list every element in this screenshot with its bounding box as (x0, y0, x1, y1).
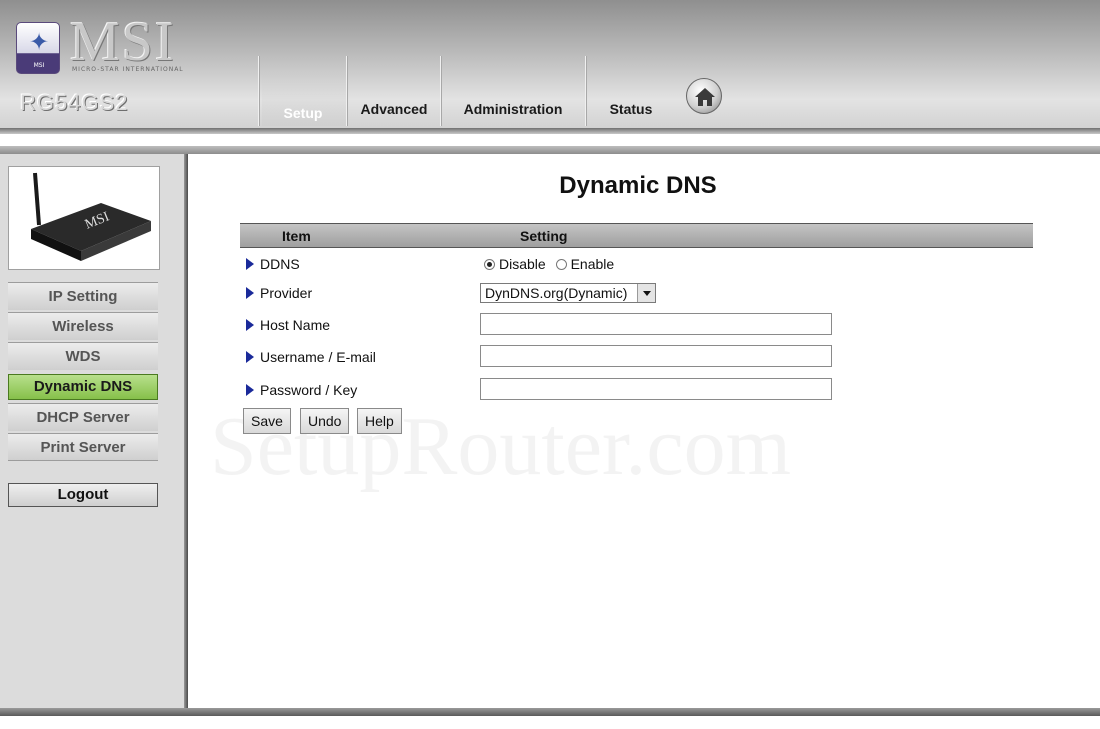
home-icon[interactable] (686, 78, 722, 114)
sidebar: MSI IP Setting Wireless WDS Dynamic DNS … (0, 154, 184, 708)
header-bottom-divider (0, 146, 1100, 154)
column-header-item: Item (282, 228, 311, 244)
tab-divider (585, 56, 586, 126)
msi-logo-subtext: MICRO-STAR INTERNATIONAL (72, 66, 184, 73)
host-name-row-label: Host Name (246, 316, 330, 334)
ddns-row-label: DDNS (246, 255, 300, 273)
footer-bar (0, 708, 1100, 716)
badge-label: MSI (33, 62, 45, 69)
host-name-input[interactable] (480, 313, 832, 335)
password-label: Password / Key (260, 382, 358, 398)
ddns-disable-radio[interactable] (484, 259, 495, 270)
ddns-enable-label: Enable (570, 256, 615, 272)
username-input[interactable] (480, 345, 832, 367)
save-button[interactable]: Save (243, 408, 291, 434)
ddns-radio-group: Disable Enable (484, 256, 614, 272)
password-input[interactable] (480, 378, 832, 400)
tab-administration[interactable]: Administration (446, 96, 580, 122)
tab-setup[interactable]: Setup (266, 100, 340, 126)
ddns-disable-label: Disable (499, 256, 546, 272)
router-image: MSI (8, 166, 160, 270)
arrow-right-icon (246, 384, 254, 396)
logout-button[interactable]: Logout (8, 483, 158, 507)
provider-select[interactable]: DynDNS.org(Dynamic) (480, 283, 656, 303)
model-name: RG54GS2 (20, 90, 129, 115)
username-row-label: Username / E-mail (246, 348, 376, 366)
tab-advanced[interactable]: Advanced (350, 96, 438, 122)
arrow-right-icon (246, 287, 254, 299)
sidebar-item-wds[interactable]: WDS (8, 342, 158, 370)
chevron-down-icon[interactable] (637, 284, 655, 302)
ddns-enable-radio[interactable] (555, 259, 567, 270)
sidebar-divider (184, 154, 188, 708)
tab-status[interactable]: Status (596, 96, 666, 122)
undo-button[interactable]: Undo (300, 408, 350, 434)
compass-star-icon: ✦ (28, 28, 50, 56)
page-title: Dynamic DNS (559, 172, 717, 199)
password-row-label: Password / Key (246, 381, 357, 399)
tab-divider (258, 56, 259, 126)
sidebar-item-dynamic-dns[interactable]: Dynamic DNS (8, 374, 158, 400)
footer-gap (0, 716, 1100, 729)
tab-divider (440, 56, 441, 126)
router-illustration-icon: MSI (31, 172, 151, 261)
msi-logo-text: MSI (70, 11, 176, 73)
column-header-setting: Setting (520, 228, 568, 244)
sidebar-item-dhcp-server[interactable]: DHCP Server (8, 403, 158, 431)
provider-selected-value: DynDNS.org(Dynamic) (485, 285, 628, 301)
msi-badge-logo: ✦ MSI (16, 22, 60, 74)
host-name-label: Host Name (260, 317, 331, 333)
provider-label: Provider (260, 285, 313, 301)
header-bar: ✦ MSI MSI MICRO-STAR INTERNATIONAL RG54G… (0, 0, 1100, 128)
sidebar-item-ip-setting[interactable]: IP Setting (8, 282, 158, 310)
arrow-right-icon (246, 258, 254, 270)
watermark-text: SetupRouter.com (210, 400, 791, 493)
provider-row-label: Provider (246, 284, 312, 302)
sidebar-item-print-server[interactable]: Print Server (8, 433, 158, 461)
ddns-label: DDNS (260, 256, 300, 272)
help-button[interactable]: Help (357, 408, 402, 434)
tab-divider (346, 56, 347, 126)
arrow-right-icon (246, 351, 254, 363)
username-label: Username / E-mail (260, 349, 376, 365)
sidebar-item-wireless[interactable]: Wireless (8, 312, 158, 340)
arrow-right-icon (246, 319, 254, 331)
settings-table-header: Item Setting (240, 223, 1033, 248)
